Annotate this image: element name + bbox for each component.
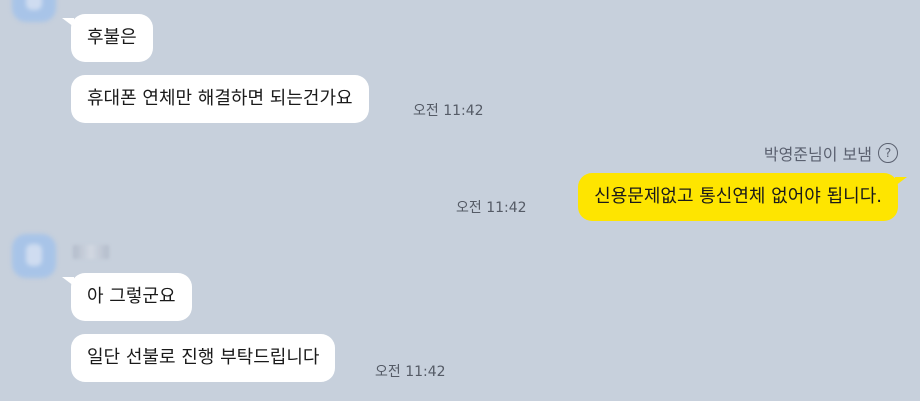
message-timestamp: 오전 11:42 [456, 200, 527, 216]
incoming-message[interactable]: 아 그렇군요 [62, 273, 192, 321]
incoming-message[interactable]: 후불은 [62, 14, 153, 62]
message-text: 후불은 [87, 27, 137, 48]
sender-avatar[interactable] [12, 0, 56, 22]
message-text: 일단 선불로 진행 부탁드립니다 [87, 347, 320, 368]
sent-by-text: 박영준님이 보냄 [763, 145, 872, 164]
message-text: 아 그렇군요 [87, 286, 176, 307]
chat-area: 후불은 휴대폰 연체만 해결하면 되는건가요 오전 11:42 박영준님이 보냄… [0, 0, 920, 401]
message-text: 휴대폰 연체만 해결하면 되는건가요 [87, 88, 353, 109]
incoming-message[interactable]: 휴대폰 연체만 해결하면 되는건가요 [71, 75, 369, 123]
help-icon[interactable]: ? [878, 143, 898, 163]
message-timestamp: 오전 11:42 [375, 364, 446, 380]
message-timestamp: 오전 11:42 [413, 103, 484, 119]
outgoing-message[interactable]: 신용문제없고 통신연체 없어야 됩니다. [578, 173, 907, 221]
sender-name-redacted [73, 245, 109, 259]
sender-avatar[interactable] [12, 234, 56, 278]
incoming-message[interactable]: 일단 선불로 진행 부탁드립니다 [71, 334, 336, 382]
message-text: 신용문제없고 통신연체 없어야 됩니다. [594, 186, 882, 207]
sent-by-label: 박영준님이 보냄 ? [764, 141, 898, 165]
